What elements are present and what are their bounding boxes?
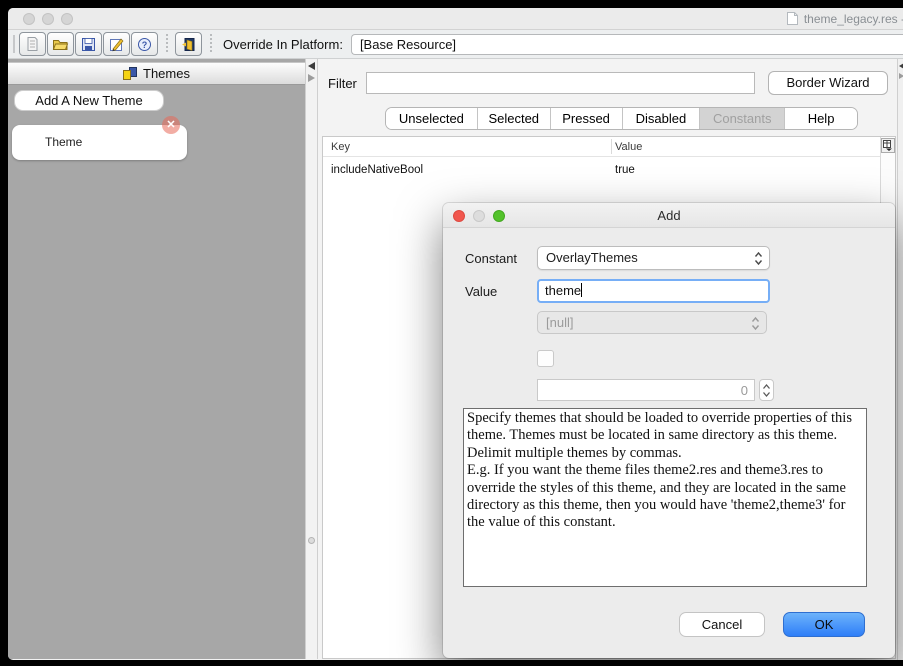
toolbar: ? Override In Platform: [Base Resource]	[8, 30, 903, 59]
row-key-cell: includeNativeBool	[331, 164, 423, 176]
filter-input[interactable]	[366, 72, 755, 94]
cancel-button[interactable]: Cancel	[679, 612, 765, 637]
new-file-icon	[25, 36, 40, 52]
theme-list-item[interactable]: Theme ✕	[12, 125, 187, 160]
text-caret	[581, 283, 582, 297]
tab-constants[interactable]: Constants	[700, 108, 785, 129]
table-row[interactable]: includeNativeBool true	[323, 158, 880, 183]
dialog-titlebar: Add	[443, 203, 895, 228]
value-input-text: theme	[545, 283, 581, 298]
splitter-grip[interactable]	[308, 537, 315, 544]
number-spinner-stepper[interactable]	[759, 379, 774, 401]
toolbar-separator-2	[210, 34, 212, 54]
toolbar-separator	[166, 34, 168, 54]
zoom-window-icon[interactable]	[61, 13, 73, 25]
close-window-icon[interactable]	[23, 13, 35, 25]
edit-button[interactable]	[103, 32, 130, 56]
constant-description-text: Specify themes that should be loaded to …	[463, 408, 867, 587]
help-button[interactable]: ?	[131, 32, 158, 56]
open-folder-icon	[52, 37, 69, 52]
null-select: [null]	[537, 311, 767, 334]
column-divider[interactable]	[611, 139, 612, 154]
minimize-window-icon[interactable]	[42, 13, 54, 25]
svg-text:?: ?	[142, 40, 148, 50]
value-input[interactable]: theme	[537, 279, 770, 303]
add-theme-button[interactable]: Add A New Theme	[14, 90, 164, 111]
dialog-minimize-icon	[473, 210, 485, 222]
save-icon	[81, 37, 96, 52]
themes-panel-header: Themes	[8, 62, 305, 85]
edit-pencil-icon	[109, 37, 124, 52]
sidebar-splitter[interactable]	[305, 59, 318, 659]
chevron-updown-disabled-icon	[751, 316, 760, 334]
document-icon	[786, 11, 799, 26]
tab-selected[interactable]: Selected	[478, 108, 551, 129]
filter-label: Filter	[328, 76, 357, 91]
themes-icon	[123, 67, 137, 80]
right-splitter[interactable]	[897, 59, 903, 660]
number-spinner-input[interactable]: 0	[537, 379, 755, 401]
platform-select-value: [Base Resource]	[360, 37, 456, 52]
null-select-value: [null]	[546, 315, 573, 330]
column-control-icon	[883, 140, 893, 151]
window-titlebar: theme_legacy.res -	[8, 8, 903, 30]
window-title: theme_legacy.res -	[786, 11, 903, 26]
tab-unselected[interactable]: Unselected	[386, 108, 478, 129]
constant-label: Constant	[465, 251, 517, 266]
exit-button[interactable]	[175, 32, 202, 56]
constant-select-value: OverlayThemes	[546, 250, 638, 265]
collapse-right-icon[interactable]	[308, 74, 315, 82]
row-value-cell: true	[615, 164, 635, 176]
number-spinner-value: 0	[741, 383, 748, 398]
right-collapse-left-icon[interactable]	[899, 63, 903, 69]
add-constant-dialog: Add Constant OverlayThemes Value theme […	[443, 203, 895, 658]
value-label: Value	[465, 284, 497, 299]
themes-sidebar: Themes Add A New Theme Theme ✕	[8, 59, 305, 659]
platform-select[interactable]: [Base Resource]	[351, 34, 903, 55]
constant-select[interactable]: OverlayThemes	[537, 246, 770, 270]
column-control-button[interactable]	[881, 138, 895, 153]
border-wizard-button[interactable]: Border Wizard	[768, 71, 888, 95]
collapse-left-icon[interactable]	[308, 62, 315, 70]
column-header-key[interactable]: Key	[331, 141, 350, 153]
help-icon: ?	[137, 37, 152, 52]
tab-pressed[interactable]: Pressed	[551, 108, 623, 129]
tab-disabled[interactable]: Disabled	[623, 108, 701, 129]
window-title-text: theme_legacy.res -	[804, 12, 903, 26]
new-file-button[interactable]	[19, 32, 46, 56]
override-platform-label: Override In Platform:	[223, 37, 343, 52]
dialog-zoom-icon[interactable]	[493, 210, 505, 222]
toolbar-grip	[13, 35, 15, 53]
dialog-close-icon[interactable]	[453, 210, 465, 222]
exit-door-icon	[181, 37, 196, 52]
tab-help[interactable]: Help	[785, 108, 857, 129]
ok-button[interactable]: OK	[783, 612, 865, 637]
save-button[interactable]	[75, 32, 102, 56]
themes-panel-title: Themes	[143, 66, 190, 81]
open-file-button[interactable]	[47, 32, 74, 56]
right-collapse-right-icon[interactable]	[899, 73, 903, 79]
chevron-updown-icon	[754, 251, 763, 269]
boolean-checkbox[interactable]	[537, 350, 554, 367]
style-tabs: Unselected Selected Pressed Disabled Con…	[385, 107, 858, 130]
delete-theme-icon[interactable]: ✕	[162, 116, 180, 134]
dialog-title: Add	[443, 203, 895, 228]
stepper-chevrons-icon	[762, 383, 771, 398]
column-header-value[interactable]: Value	[615, 141, 642, 153]
theme-item-label: Theme	[45, 135, 82, 149]
constants-table-header: Key Value	[323, 137, 880, 157]
